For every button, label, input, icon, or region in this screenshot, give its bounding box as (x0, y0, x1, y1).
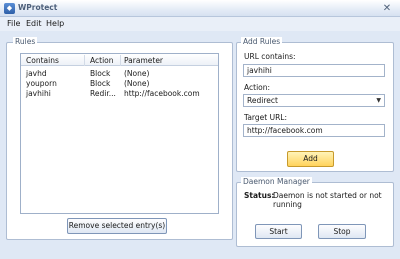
status-value: Daemon is not started or not running (273, 191, 382, 209)
status-label: Status: (244, 191, 275, 200)
add-button[interactable]: Add (287, 151, 334, 167)
cell-parameter: (None) (124, 79, 150, 88)
column-parameter[interactable]: Parameter (121, 55, 218, 66)
cell-action: Block (90, 79, 111, 88)
cell-contains: youporn (26, 79, 57, 88)
action-label: Action: (244, 83, 271, 92)
action-select-value: Redirect (247, 96, 278, 105)
menu-file[interactable]: File (7, 19, 20, 28)
table-row[interactable]: javhd Block (None) (21, 69, 218, 78)
menu-edit[interactable]: Edit (26, 19, 42, 28)
cell-contains: javhd (26, 69, 47, 78)
url-label: URL contains: (244, 52, 296, 61)
table-row[interactable]: javhihi Redir... http://facebook.com (21, 89, 218, 98)
cell-action: Redir... (90, 89, 116, 98)
close-icon[interactable]: ✕ (381, 3, 393, 14)
cell-parameter: (None) (124, 69, 150, 78)
start-button[interactable]: Start (255, 224, 302, 239)
window-title: WProtect (18, 3, 58, 12)
title-bar (0, 0, 400, 17)
rules-list[interactable]: Contains Action Parameter javhd Block (N… (20, 53, 219, 214)
daemon-group-label: Daemon Manager (241, 177, 312, 186)
app-shield-icon: ◆ (4, 3, 15, 14)
column-contains[interactable]: Contains (23, 55, 85, 66)
cell-parameter: http://facebook.com (124, 89, 200, 98)
url-input[interactable]: javhihi (243, 64, 385, 77)
cell-action: Block (90, 69, 111, 78)
cell-contains: javhihi (26, 89, 51, 98)
chevron-down-icon[interactable]: ▼ (376, 95, 381, 106)
rules-group-label: Rules (13, 37, 38, 46)
column-action[interactable]: Action (87, 55, 121, 66)
menu-help[interactable]: Help (46, 19, 64, 28)
remove-entries-button[interactable]: Remove selected entry(s) (67, 218, 167, 234)
add-rules-group-label: Add Rules (241, 37, 283, 46)
stop-button[interactable]: Stop (318, 224, 366, 239)
target-url-input[interactable]: http://facebook.com (243, 124, 385, 137)
action-select[interactable]: Redirect ▼ (243, 94, 385, 107)
target-url-label: Target URL: (244, 113, 287, 122)
table-row[interactable]: youporn Block (None) (21, 79, 218, 88)
